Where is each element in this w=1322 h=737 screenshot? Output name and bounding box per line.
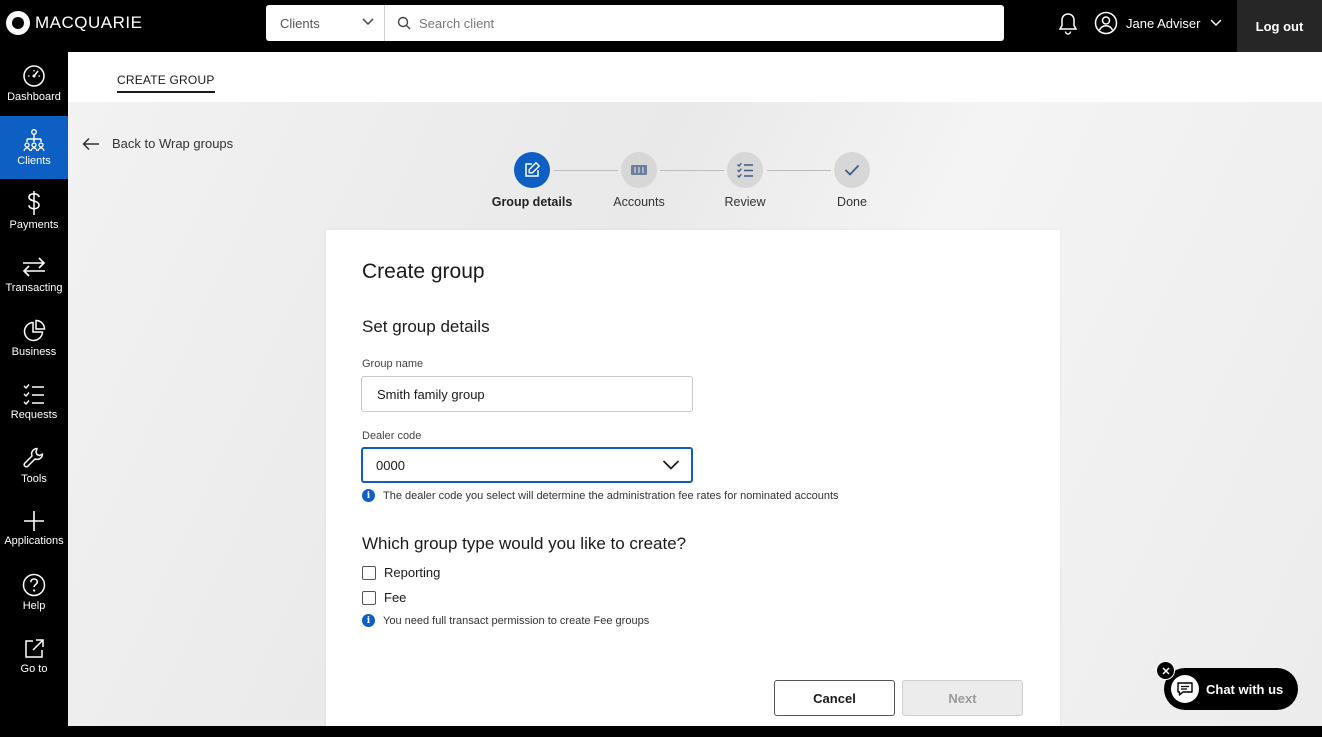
accounts-icon xyxy=(631,165,647,175)
back-to-wrap-groups-link[interactable]: Back to Wrap groups xyxy=(82,136,233,151)
sidebar-item-requests[interactable]: Requests xyxy=(0,370,68,434)
chevron-down-icon xyxy=(662,460,680,470)
chat-with-us-button[interactable]: Chat with us xyxy=(1164,668,1298,710)
top-bar: MACQUARIE Clients Jane Adviser Log out xyxy=(0,0,1322,52)
user-name: Jane Adviser xyxy=(1126,15,1201,31)
step-group-details: Group details xyxy=(492,152,572,209)
create-group-card: Create group Set group details Group nam… xyxy=(326,230,1060,726)
dealer-code-info-text: The dealer code you select will determin… xyxy=(383,489,839,502)
logout-button[interactable]: Log out xyxy=(1237,0,1322,52)
search-input[interactable] xyxy=(419,15,979,31)
dollar-icon xyxy=(28,191,40,216)
transfer-arrows-icon xyxy=(22,257,46,277)
wrench-icon xyxy=(23,447,44,468)
group-name-input[interactable] xyxy=(361,376,693,412)
edit-icon xyxy=(525,162,540,177)
sidebar-item-goto[interactable]: Go to xyxy=(0,624,68,688)
checkbox-box[interactable] xyxy=(362,565,376,580)
notification-bell-icon[interactable] xyxy=(1058,12,1078,41)
dealer-code-value: 0000 xyxy=(376,457,405,473)
sidebar-item-label: Requests xyxy=(10,409,58,422)
checkbox-label: Reporting xyxy=(384,565,441,580)
sidebar-item-payments[interactable]: Payments xyxy=(0,179,68,243)
sidebar-item-clients[interactable]: Clients xyxy=(0,115,68,180)
sidebar-item-applications[interactable]: Applications xyxy=(0,497,68,561)
sidebar-nav: Dashboard Clients Payments Transacting B… xyxy=(0,52,68,737)
search-scope-value: Clients xyxy=(280,15,320,31)
sidebar-item-help[interactable]: Help xyxy=(0,561,68,625)
sidebar-item-label: Dashboard xyxy=(7,91,61,104)
dealer-code-label: Dealer code xyxy=(362,430,422,442)
sidebar-item-label: Go to xyxy=(20,662,48,675)
fee-checkbox[interactable]: Fee xyxy=(362,590,406,605)
external-link-icon xyxy=(25,638,44,658)
dealer-code-info: i The dealer code you select will determ… xyxy=(362,489,839,502)
user-avatar-icon xyxy=(1094,11,1118,35)
chevron-down-icon xyxy=(362,18,374,26)
main-content: CREATE GROUP Back to Wrap groups Group d… xyxy=(68,52,1322,726)
info-icon: i xyxy=(362,489,375,502)
reporting-checkbox[interactable]: Reporting xyxy=(362,565,440,580)
step-label: Review xyxy=(724,195,766,209)
help-icon xyxy=(22,573,46,597)
dashboard-icon xyxy=(23,65,45,88)
sidebar-item-label: Help xyxy=(22,600,46,613)
step-done: Done xyxy=(812,152,892,209)
dealer-code-select[interactable]: 0000 xyxy=(361,447,693,483)
sidebar-item-label: Tools xyxy=(21,472,47,485)
step-label: Group details xyxy=(491,195,573,209)
search-bar: Clients xyxy=(266,5,1004,41)
chat-bubble-icon xyxy=(1171,675,1199,703)
close-icon[interactable] xyxy=(1156,661,1175,680)
chat-label: Chat with us xyxy=(1206,681,1284,697)
plus-icon xyxy=(24,511,44,532)
group-name-label: Group name xyxy=(362,358,424,370)
step-label: Accounts xyxy=(613,195,665,209)
fee-permission-info-text: You need full transact permission to cre… xyxy=(383,614,650,627)
cancel-button[interactable]: Cancel xyxy=(774,680,895,716)
brand-logo[interactable]: MACQUARIE xyxy=(6,11,142,35)
search-icon xyxy=(395,14,413,32)
page-title: Create group xyxy=(362,260,485,283)
macquarie-logo-icon xyxy=(6,11,30,35)
sidebar-item-label: Business xyxy=(11,345,57,358)
step-accounts: Accounts xyxy=(599,152,679,209)
sidebar-item-label: Clients xyxy=(17,154,51,167)
checkbox-box[interactable] xyxy=(362,590,376,605)
checklist-icon xyxy=(737,162,753,178)
pie-chart-icon xyxy=(23,319,46,341)
sidebar-item-transacting[interactable]: Transacting xyxy=(0,243,68,307)
brand-name: MACQUARIE xyxy=(35,13,143,32)
chevron-down-icon xyxy=(1210,19,1222,27)
sidebar-item-tools[interactable]: Tools xyxy=(0,434,68,498)
bottom-strip xyxy=(0,726,1322,737)
back-link-label: Back to Wrap groups xyxy=(112,136,234,151)
info-icon: i xyxy=(362,614,375,627)
search-scope-select[interactable]: Clients xyxy=(266,5,385,41)
arrow-left-icon xyxy=(82,137,99,150)
fee-permission-info: i You need full transact permission to c… xyxy=(362,614,649,627)
user-menu[interactable]: Jane Adviser xyxy=(1094,11,1222,35)
next-button[interactable]: Next xyxy=(902,680,1023,716)
sidebar-item-dashboard[interactable]: Dashboard xyxy=(0,52,68,116)
checkbox-label: Fee xyxy=(384,590,407,605)
section-title: Set group details xyxy=(362,317,490,336)
clients-icon xyxy=(23,128,45,152)
sidebar-item-business[interactable]: Business xyxy=(0,306,68,370)
sidebar-item-label: Transacting xyxy=(5,282,63,295)
step-review: Review xyxy=(705,152,785,209)
group-type-question: Which group type would you like to creat… xyxy=(362,534,687,553)
checklist-icon xyxy=(23,384,44,406)
sidebar-item-label: Payments xyxy=(9,219,59,232)
progress-stepper: Group details Accounts Review Done xyxy=(488,152,878,212)
check-icon xyxy=(844,164,860,176)
step-label: Done xyxy=(837,195,867,209)
tab-create-group[interactable]: CREATE GROUP xyxy=(117,73,215,93)
sidebar-item-label: Applications xyxy=(4,535,64,548)
sub-header: CREATE GROUP xyxy=(68,52,1322,102)
